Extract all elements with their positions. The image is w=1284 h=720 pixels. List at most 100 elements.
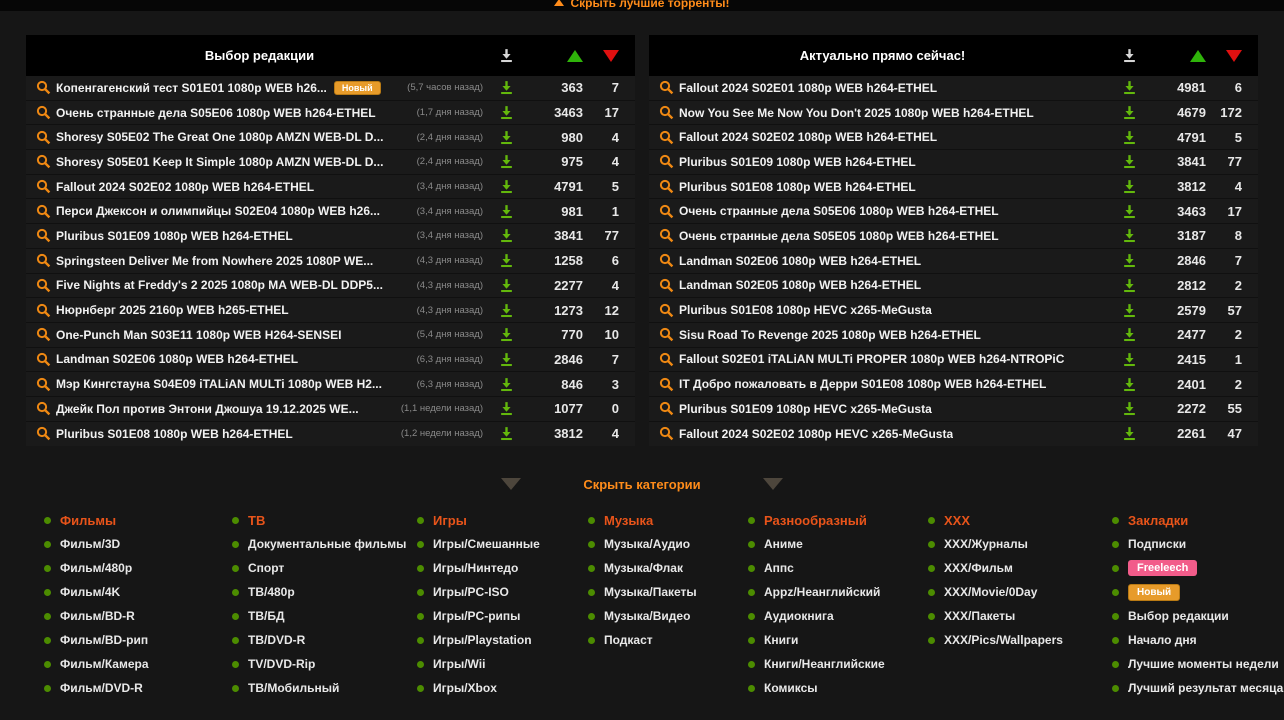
search-torrent-button[interactable] [36,204,56,219]
download-torrent-button[interactable] [1106,253,1152,268]
category-item[interactable]: Документальные фильмы [232,532,417,556]
download-torrent-button[interactable] [1106,105,1152,120]
torrent-title-link[interactable]: Fallout 2024 S02E02 1080p WEB h264-ETHEL [679,130,937,144]
torrent-title-link[interactable]: Нюрнберг 2025 2160p WEB h265-ETHEL [56,303,289,317]
search-torrent-button[interactable] [659,426,679,441]
search-torrent-button[interactable] [659,303,679,318]
category-header[interactable]: Игры [417,508,588,532]
sort-by-seeders-button[interactable] [529,50,583,62]
torrent-title-link[interactable]: Копенгагенский тест S01E01 1080p WEB h26… [56,81,327,95]
download-torrent-button[interactable] [483,130,529,145]
category-item[interactable]: Выбор редакции [1112,604,1284,628]
category-item[interactable]: Аудиокнига [748,604,928,628]
search-torrent-button[interactable] [659,278,679,293]
category-item[interactable]: Игры/Смешанные [417,532,588,556]
search-torrent-button[interactable] [659,130,679,145]
search-torrent-button[interactable] [659,401,679,416]
category-item[interactable]: Комиксы [748,676,928,700]
category-item[interactable]: Подписки [1112,532,1284,556]
category-item[interactable]: Лучший результат месяца [1112,676,1284,700]
search-torrent-button[interactable] [36,303,56,318]
category-header[interactable]: ТВ [232,508,417,532]
torrent-title-link[interactable]: Shoresy S05E02 The Great One 1080p AMZN … [56,130,383,144]
category-item[interactable]: Книги [748,628,928,652]
torrent-title-link[interactable]: Fallout S02E01 iTALiAN MULTi PROPER 1080… [679,352,1064,366]
search-torrent-button[interactable] [659,228,679,243]
category-item[interactable]: Фильм/DVD-R [44,676,232,700]
torrent-title-link[interactable]: Fallout 2024 S02E02 1080p HEVC x265-MeGu… [679,427,953,441]
download-torrent-button[interactable] [1106,80,1152,95]
download-torrent-button[interactable] [483,253,529,268]
download-torrent-button[interactable] [483,352,529,367]
download-torrent-button[interactable] [483,278,529,293]
search-torrent-button[interactable] [659,352,679,367]
hide-categories-link[interactable]: Скрыть категории [583,477,700,492]
category-item[interactable]: Музыка/Видео [588,604,748,628]
sort-by-leechers-button[interactable] [583,50,627,62]
download-torrent-button[interactable] [1106,278,1152,293]
torrent-title-link[interactable]: Shoresy S05E01 Keep It Simple 1080p AMZN… [56,155,383,169]
category-item[interactable]: Игры/PC-ISO [417,580,588,604]
category-item[interactable]: XXX/Журналы [928,532,1112,556]
torrent-title-link[interactable]: Five Nights at Freddy's 2 2025 1080p MA … [56,278,383,292]
download-torrent-button[interactable] [483,401,529,416]
search-torrent-button[interactable] [36,130,56,145]
category-item[interactable]: XXX/Пакеты [928,604,1112,628]
torrent-title-link[interactable]: Landman S02E06 1080p WEB h264-ETHEL [679,254,921,268]
search-torrent-button[interactable] [659,80,679,95]
category-item[interactable]: Игры/Playstation [417,628,588,652]
category-item[interactable]: XXX/Movie/0Day [928,580,1112,604]
search-torrent-button[interactable] [36,327,56,342]
category-item[interactable]: Freeleech [1112,556,1284,580]
sort-by-leechers-button[interactable] [1206,50,1250,62]
category-header[interactable]: Музыка [588,508,748,532]
search-torrent-button[interactable] [36,253,56,268]
category-item[interactable]: XXX/Pics/Wallpapers [928,628,1112,652]
torrent-title-link[interactable]: Перси Джексон и олимпийцы S02E04 1080p W… [56,204,380,218]
category-header[interactable]: XXX [928,508,1112,532]
torrent-title-link[interactable]: Очень странные дела S05E06 1080p WEB h26… [679,204,999,218]
category-item[interactable]: Начало дня [1112,628,1284,652]
search-torrent-button[interactable] [659,327,679,342]
download-torrent-button[interactable] [1106,179,1152,194]
category-item[interactable]: Аппс [748,556,928,580]
torrent-title-link[interactable]: Fallout 2024 S02E02 1080p WEB h264-ETHEL [56,180,314,194]
sort-by-downloads-button[interactable] [483,48,529,63]
torrent-title-link[interactable]: Springsteen Deliver Me from Nowhere 2025… [56,254,373,268]
torrent-title-link[interactable]: Очень странные дела S05E05 1080p WEB h26… [679,229,999,243]
category-item[interactable]: Лучшие моменты недели [1112,652,1284,676]
download-torrent-button[interactable] [483,426,529,441]
download-torrent-button[interactable] [1106,352,1152,367]
sort-by-downloads-button[interactable] [1106,48,1152,63]
search-torrent-button[interactable] [659,377,679,392]
search-torrent-button[interactable] [659,105,679,120]
category-item[interactable]: Фильм/480p [44,556,232,580]
torrent-title-link[interactable]: Sisu Road To Revenge 2025 1080p WEB h264… [679,328,981,342]
category-item[interactable]: Подкаст [588,628,748,652]
category-header[interactable]: Фильмы [44,508,232,532]
torrent-title-link[interactable]: Pluribus S01E09 1080p WEB h264-ETHEL [56,229,293,243]
torrent-title-link[interactable]: Pluribus S01E09 1080p HEVC x265-MeGusta [679,402,932,416]
download-torrent-button[interactable] [1106,401,1152,416]
download-torrent-button[interactable] [483,204,529,219]
download-torrent-button[interactable] [1106,130,1152,145]
category-item[interactable]: Игры/PC-рипы [417,604,588,628]
download-torrent-button[interactable] [483,377,529,392]
search-torrent-button[interactable] [36,154,56,169]
download-torrent-button[interactable] [1106,377,1152,392]
torrent-title-link[interactable]: One-Punch Man S03E11 1080p WEB H264-SENS… [56,328,341,342]
search-torrent-button[interactable] [659,204,679,219]
category-item[interactable]: Спорт [232,556,417,580]
download-torrent-button[interactable] [483,327,529,342]
category-item[interactable]: Appz/Неанглийский [748,580,928,604]
download-torrent-button[interactable] [1106,228,1152,243]
search-torrent-button[interactable] [36,278,56,293]
download-torrent-button[interactable] [1106,154,1152,169]
download-torrent-button[interactable] [483,228,529,243]
torrent-title-link[interactable]: Pluribus S01E08 1080p WEB h264-ETHEL [56,427,293,441]
search-torrent-button[interactable] [659,253,679,268]
download-torrent-button[interactable] [483,154,529,169]
category-item[interactable]: Фильм/4K [44,580,232,604]
download-torrent-button[interactable] [1106,204,1152,219]
search-torrent-button[interactable] [36,352,56,367]
